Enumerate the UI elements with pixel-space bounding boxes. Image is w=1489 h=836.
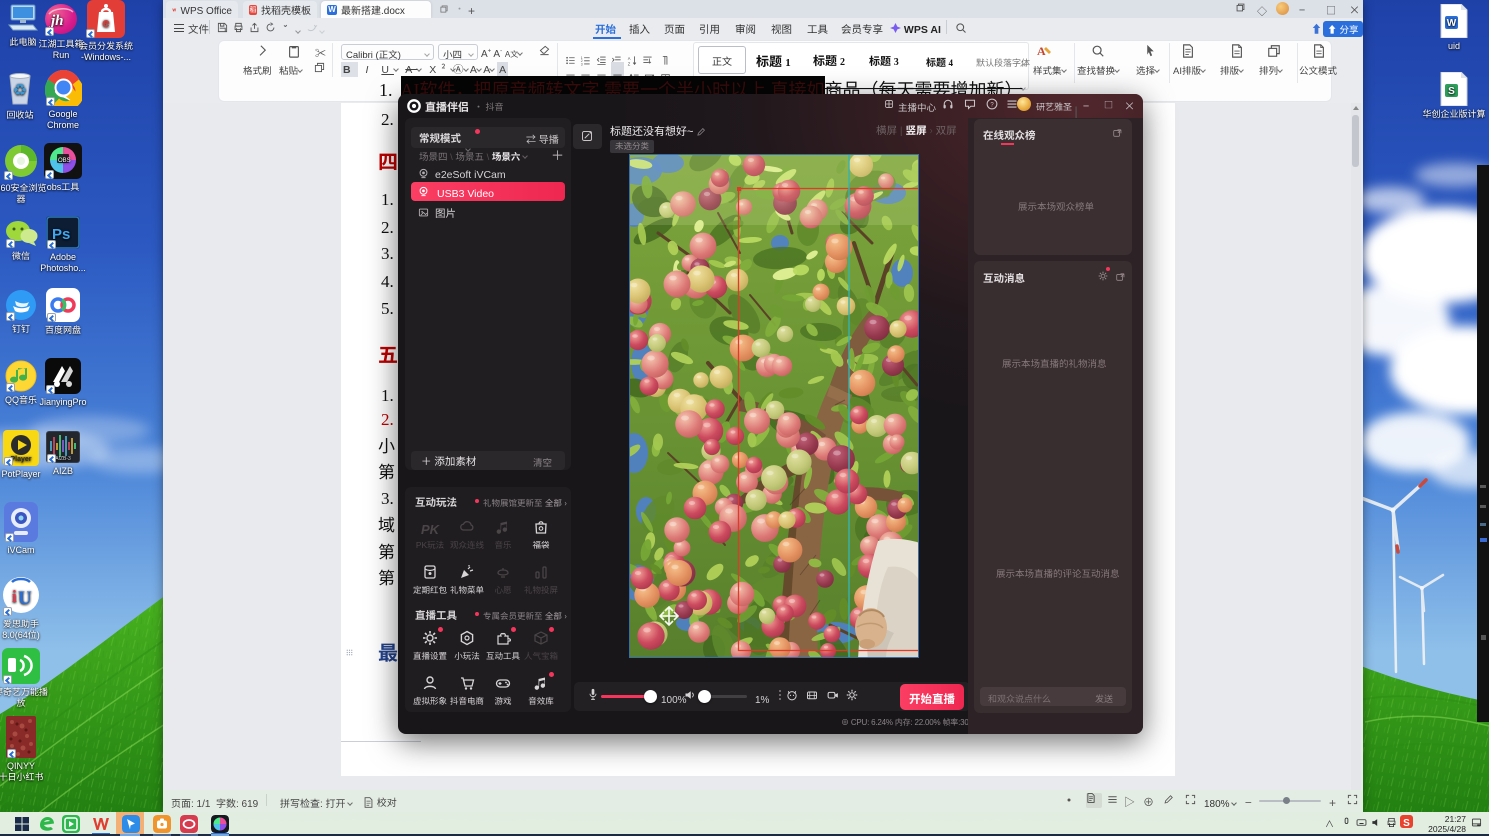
svg-text:♻: ♻ [14,81,26,98]
svg-text:?: ? [990,102,994,108]
svg-text:U: U [18,588,32,609]
svg-text:A: A [1037,44,1046,58]
svg-text:W: W [1447,14,1457,29]
svg-text:OBS: OBS [58,155,71,164]
svg-text:i: i [12,587,17,606]
svg-text:S: S [1448,82,1455,97]
svg-text:e: e [102,12,109,31]
svg-text:AIZB-3: AIZB-3 [55,455,71,462]
